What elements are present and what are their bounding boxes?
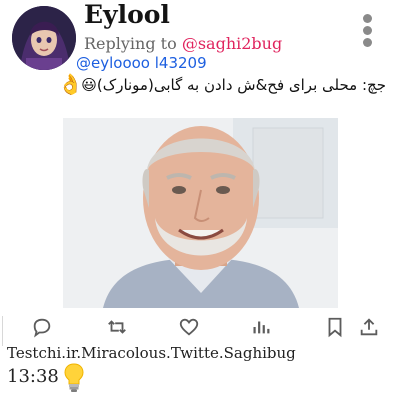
- share-icon[interactable]: [358, 316, 380, 338]
- tweet-photo[interactable]: [63, 118, 338, 308]
- tweet-source: Testchi.ir.Miracolous.Twitte.Saghibug: [7, 344, 296, 362]
- replying-to-line: Replying to @saghi2bug: [84, 34, 282, 53]
- action-bar: [0, 316, 400, 340]
- analytics-icon[interactable]: [250, 316, 272, 338]
- more-options-icon[interactable]: [360, 12, 374, 48]
- reply-mention[interactable]: @saghi2bug: [182, 34, 282, 53]
- reply-prefix: Replying to: [84, 34, 177, 53]
- reply-icon[interactable]: [31, 316, 53, 338]
- ok-hand-emoji: 👌: [58, 72, 83, 96]
- tweet-text: جچ: محلی برای فح&ش دادن به گابی(مونارک)😃: [81, 76, 386, 94]
- reply-mention-2[interactable]: @eyloooo l43209: [76, 54, 207, 72]
- tweet-time: 13:38: [7, 366, 59, 387]
- display-name[interactable]: Eylool: [84, 0, 170, 29]
- bookmark-icon[interactable]: [324, 316, 346, 338]
- retweet-icon[interactable]: [106, 316, 128, 338]
- lightbulb-icon: [64, 363, 84, 392]
- like-icon[interactable]: [178, 316, 200, 338]
- avatar[interactable]: [12, 6, 76, 70]
